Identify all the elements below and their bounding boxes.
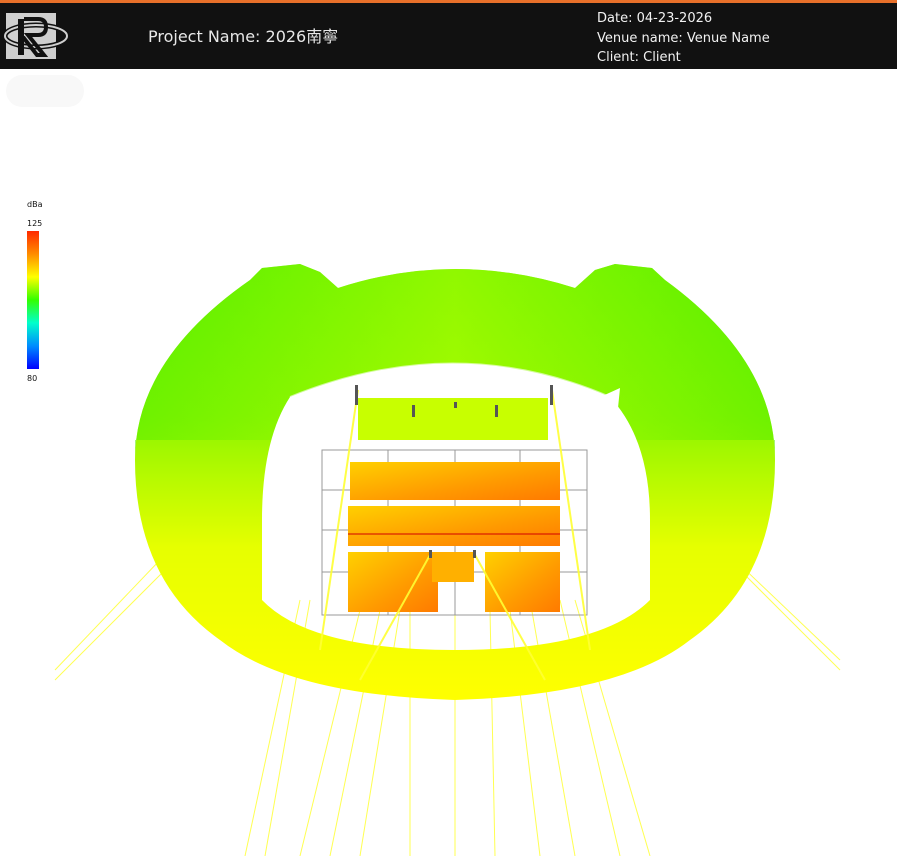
faded-toolbar-ghost [6,75,84,107]
company-logo-icon [2,9,70,63]
client-name: Client: Client [597,50,681,65]
report-meta: Date: 04-23-2026 Venue name: Venue Name … [597,9,770,68]
report-date: Date: 04-23-2026 [597,11,713,26]
project-title: Project Name: 2026南寧 [148,27,339,46]
venue-name: Venue name: Venue Name [597,30,770,46]
spl-coverage-render [0,180,897,857]
report-header: Project Name: 2026南寧 Date: 04-23-2026 Ve… [0,3,897,69]
